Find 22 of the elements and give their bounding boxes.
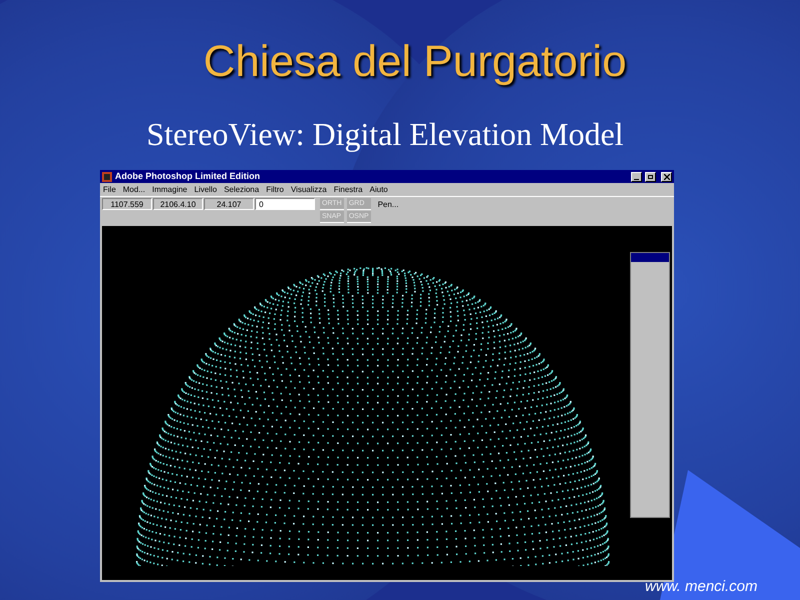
slide-title: Chiesa del Purgatorio: [203, 40, 627, 84]
menu-item[interactable]: Visualizza: [290, 186, 327, 194]
slide-subtitle: StereoView: Digital Elevation Model: [146, 118, 624, 150]
menu-item[interactable]: Aiuto: [370, 186, 388, 194]
menu-item[interactable]: Seleziona: [224, 186, 260, 194]
app-icon: [102, 172, 112, 182]
menu-item[interactable]: Filtro: [266, 186, 284, 194]
menu-item[interactable]: Immagine: [152, 186, 188, 194]
window-title: Adobe Photoshop Limited Edition: [115, 172, 261, 181]
menu-item[interactable]: File: [103, 186, 116, 194]
minimize-button[interactable]: [631, 172, 642, 182]
coordinate-field: 2106.4.10: [153, 198, 203, 210]
close-button[interactable]: [661, 172, 672, 182]
website-url: www. menci.com: [645, 579, 758, 594]
coordinate-field: 24.107: [204, 198, 254, 210]
menu-item[interactable]: Mod...: [122, 186, 146, 194]
coordinate-field: 0: [255, 198, 315, 210]
menu-item[interactable]: Finestra: [334, 186, 363, 194]
pen-label: Pen...: [378, 201, 399, 209]
menu-item[interactable]: Livello: [194, 186, 217, 194]
coordinate-field: 1107.559: [102, 198, 152, 210]
restore-button[interactable]: [645, 172, 656, 182]
